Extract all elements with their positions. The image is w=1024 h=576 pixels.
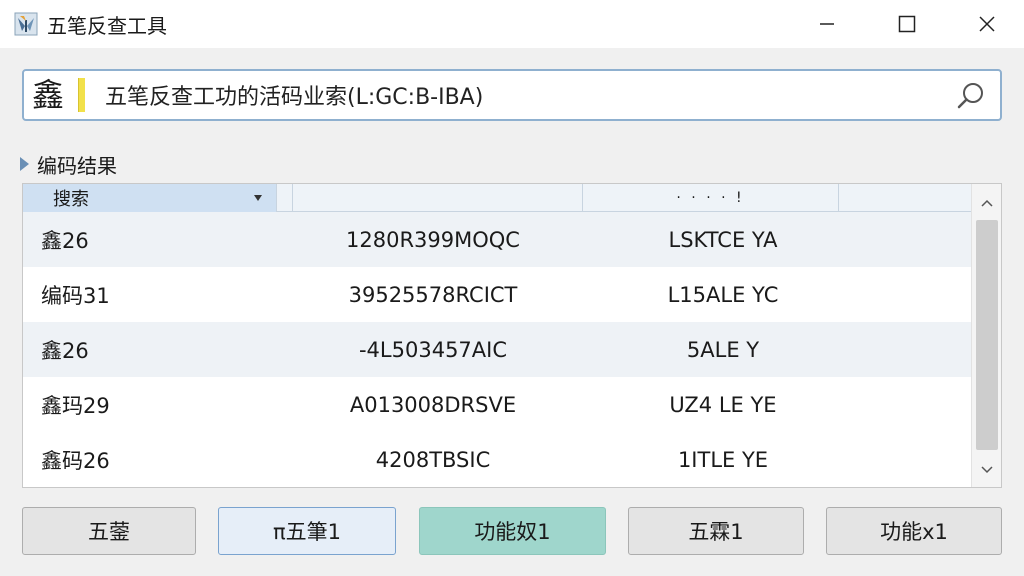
app-butterfly-icon[interactable] xyxy=(13,11,39,37)
table-row[interactable]: 鑫玛29 A013008DRSVE UZ4 LE YE xyxy=(23,377,971,432)
action-button-5[interactable]: 功能x1 xyxy=(826,507,1002,555)
cell-char: 鑫26 xyxy=(41,338,89,363)
table-body: 鑫26 1280R399MOQC LSKTCE YA 编码31 39525578… xyxy=(23,212,971,487)
cell-code: 4208TBSIC xyxy=(375,447,491,472)
chevron-up-icon xyxy=(981,199,993,207)
column-divider xyxy=(277,184,293,212)
search-input[interactable]: 鑫 五笔反查工功的活码业索(L:GC:B-IBA) xyxy=(22,69,1002,121)
minimize-icon xyxy=(820,23,834,25)
search-hint: 五笔反查工功的活码业索(L:GC:B-IBA) xyxy=(105,85,484,110)
section-label: 编码结果 xyxy=(37,153,117,178)
chevron-down-icon xyxy=(981,466,993,474)
cell-char: 鑫玛29 xyxy=(41,393,110,418)
cell-info: 1ITLE YE xyxy=(677,447,769,472)
column-header-search[interactable]: 搜索 xyxy=(23,184,277,212)
scroll-down-button[interactable] xyxy=(972,455,1002,485)
cell-info: UZ4 LE YE xyxy=(669,392,777,417)
column-header-search-label: 搜索 xyxy=(53,189,89,210)
search-input-char: 鑫 xyxy=(32,76,65,114)
section-header[interactable]: 编码结果 xyxy=(20,150,117,178)
action-button-primary[interactable]: 功能奴1 xyxy=(419,507,606,555)
column-header-4[interactable] xyxy=(839,184,971,212)
cell-char: 鑫码26 xyxy=(41,448,110,473)
scroll-up-button[interactable] xyxy=(972,188,1002,218)
table-row[interactable]: 鑫码26 4208TBSIC 1ITLE YE xyxy=(23,432,971,487)
column-header-2[interactable] xyxy=(293,184,583,212)
cell-char: 鑫26 xyxy=(41,228,89,253)
minimize-button[interactable] xyxy=(792,0,862,48)
action-button-2[interactable]: π五筆1 xyxy=(218,507,396,555)
table-header: 搜索 · · · · ! xyxy=(23,184,971,212)
column-header-3[interactable]: · · · · ! xyxy=(583,184,839,212)
cell-info: LSKTCE YA xyxy=(668,227,778,252)
table-row[interactable]: 鑫26 1280R399MOQC LSKTCE YA xyxy=(23,212,971,267)
scroll-thumb[interactable] xyxy=(976,220,998,450)
action-button-1[interactable]: 五蓥 xyxy=(22,507,196,555)
cell-code: 1280R399MOQC xyxy=(346,227,520,252)
close-icon xyxy=(979,16,995,32)
results-table: 搜索 · · · · ! 鑫26 1280R399MOQC LSKTCE YA … xyxy=(22,183,1002,488)
maximize-button[interactable] xyxy=(872,0,942,48)
dropdown-arrow-icon xyxy=(254,195,262,201)
expand-arrow-icon xyxy=(20,157,29,171)
cell-info: L15ALE YC xyxy=(667,282,779,307)
cell-code: 39525578RCICT xyxy=(348,282,518,307)
maximize-icon xyxy=(898,15,916,33)
window-title: 五笔反查工具 xyxy=(47,13,167,38)
action-button-4[interactable]: 五霖1 xyxy=(628,507,804,555)
text-caret xyxy=(78,78,85,112)
cell-code: -4L503457AIC xyxy=(358,337,508,362)
vertical-scrollbar[interactable] xyxy=(971,184,1001,487)
cell-code: A013008DRSVE xyxy=(349,392,517,417)
table-row[interactable]: 鑫26 -4L503457AIC 5ALE Y xyxy=(23,322,971,377)
close-button[interactable] xyxy=(952,0,1022,48)
cell-char: 编码31 xyxy=(41,283,110,308)
title-bar: 五笔反查工具 xyxy=(0,0,1024,48)
search-icon[interactable] xyxy=(956,81,986,111)
cell-info: 5ALE Y xyxy=(686,337,760,362)
table-row[interactable]: 编码31 39525578RCICT L15ALE YC xyxy=(23,267,971,322)
